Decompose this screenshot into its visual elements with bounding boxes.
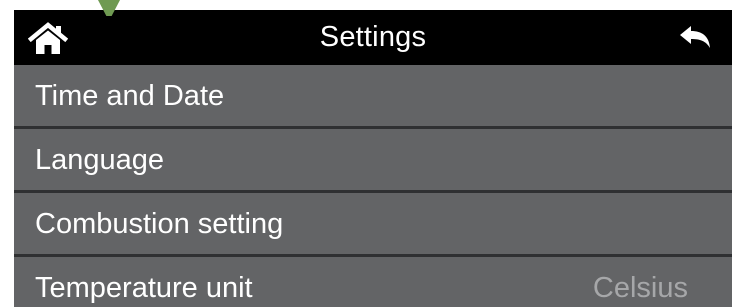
temperature-unit-value: Celsius [592,272,688,304]
settings-menu: Time and Date Language Combustion settin… [14,65,732,307]
page-title: Settings [319,21,427,53]
menu-item-language[interactable]: Language [14,129,732,193]
menu-item-time-and-date[interactable]: Time and Date [14,65,732,129]
menu-item-temperature-unit[interactable]: Temperature unit Celsius [14,257,732,307]
menu-item-label: Temperature unit [35,272,253,304]
back-button[interactable] [678,25,712,49]
header-bar: Settings [14,10,732,65]
menu-item-label: Language [35,144,165,176]
back-arrow-icon [680,26,710,48]
menu-item-label: Combustion setting [35,208,284,240]
menu-item-combustion-setting[interactable]: Combustion setting [14,193,732,257]
menu-item-label: Time and Date [35,80,225,112]
settings-screen: Settings Time and Date Language Combusti… [14,10,732,307]
